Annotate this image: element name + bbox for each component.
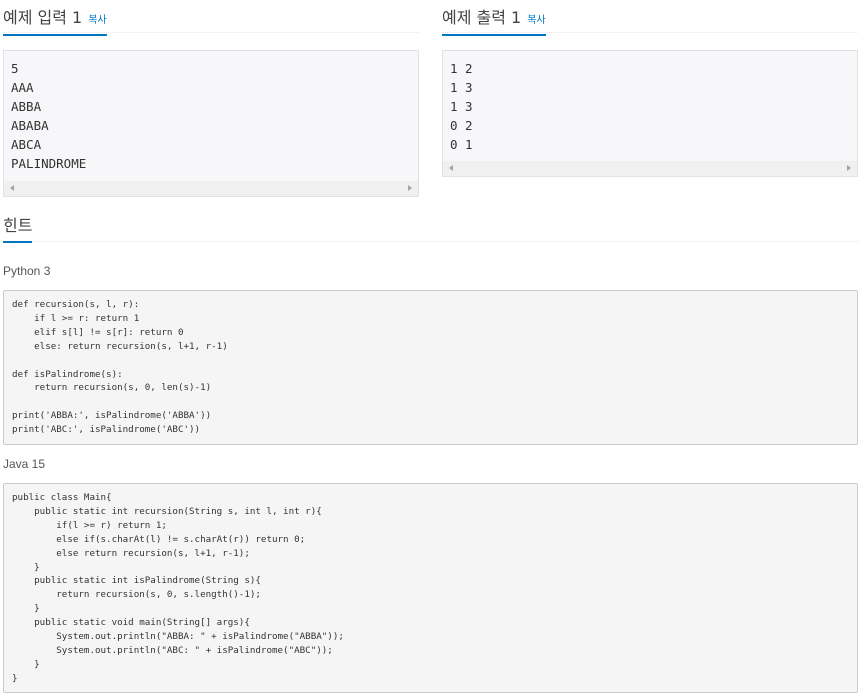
sample-output-data: 1 2 1 3 1 3 0 2 0 1 (450, 61, 473, 152)
hint-title: 힌트 (3, 212, 33, 243)
code-language-label: Python 3 (3, 264, 51, 278)
sample-output-title-wrap: 예제 출력 1 복사 (442, 4, 546, 36)
sample-input-copy-button[interactable]: 복사 (88, 11, 106, 26)
sample-output-section: 예제 출력 1 복사 1 2 1 3 1 3 0 2 0 1 (442, 0, 858, 177)
sample-output-scrollbar[interactable] (443, 161, 857, 176)
sample-input-title-wrap: 예제 입력 1 복사 (3, 4, 107, 36)
scroll-right-arrow-icon[interactable] (847, 165, 851, 171)
sample-output-title: 예제 출력 1 (442, 8, 522, 27)
sample-output-header: 예제 출력 1 복사 (442, 0, 858, 36)
code-text: public class Main{ public static int rec… (12, 492, 344, 684)
sample-input-section: 예제 입력 1 복사 5 AAA ABBA ABABA ABCA PALINDR… (3, 0, 419, 197)
sample-input-title: 예제 입력 1 (3, 8, 83, 27)
code-block-java: public class Main{ public static int rec… (3, 483, 858, 693)
scroll-left-arrow-icon[interactable] (449, 165, 453, 171)
scroll-left-arrow-icon[interactable] (10, 185, 14, 191)
sample-output-box: 1 2 1 3 1 3 0 2 0 1 (442, 50, 858, 177)
hint-header: 힌트 (3, 208, 859, 243)
code-language-label: Java 15 (3, 457, 46, 471)
sample-input-header: 예제 입력 1 복사 (3, 0, 419, 36)
sample-input-scrollbar[interactable] (4, 181, 418, 196)
sample-input-box: 5 AAA ABBA ABABA ABCA PALINDROME (3, 50, 419, 197)
code-text: def recursion(s, l, r): if l >= r: retur… (12, 299, 228, 436)
scroll-right-arrow-icon[interactable] (408, 185, 412, 191)
code-block-python: def recursion(s, l, r): if l >= r: retur… (3, 290, 858, 445)
sample-input-data: 5 AAA ABBA ABABA ABCA PALINDROME (11, 61, 87, 171)
sample-output-copy-button[interactable]: 복사 (527, 11, 545, 26)
